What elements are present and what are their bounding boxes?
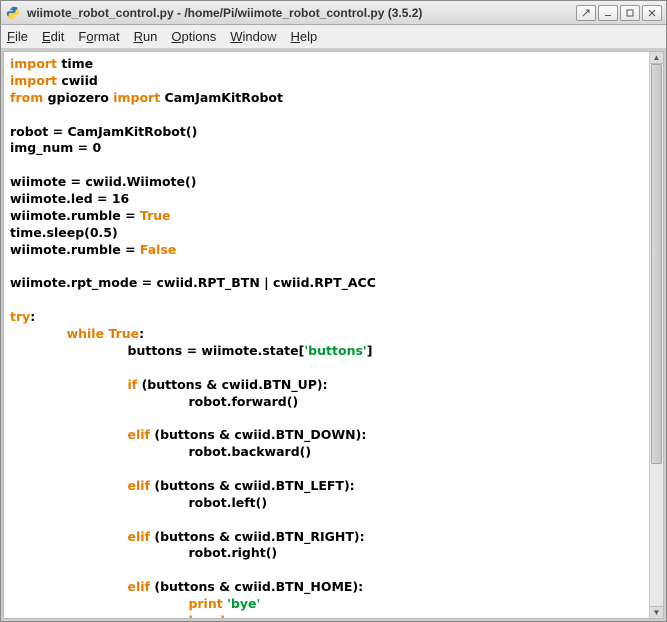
kw-import: import xyxy=(113,90,160,105)
app-window: wiimote_robot_control.py - /home/Pi/wiim… xyxy=(0,0,667,622)
scroll-down-arrow-icon[interactable]: ▼ xyxy=(650,606,663,618)
python-icon xyxy=(5,5,21,21)
menu-run[interactable]: Run xyxy=(134,29,158,44)
code-text: cwiid xyxy=(57,73,98,88)
kw-elif: elif xyxy=(128,529,151,544)
window-controls xyxy=(576,5,662,21)
window-title: wiimote_robot_control.py - /home/Pi/wiim… xyxy=(27,6,576,20)
menu-file[interactable]: File xyxy=(7,29,28,44)
code-text: (buttons & cwiid.BTN_LEFT): xyxy=(150,478,355,493)
maximize-button[interactable] xyxy=(620,5,640,21)
code-text: wiimote.rpt_mode = cwiid.RPT_BTN | cwiid… xyxy=(10,275,376,290)
minimize-button[interactable] xyxy=(576,5,596,21)
code-text: time xyxy=(57,56,93,71)
code-text: (buttons & cwiid.BTN_UP): xyxy=(137,377,327,392)
kw-if: if xyxy=(128,377,138,392)
code-editor[interactable]: import time import cwiid from gpiozero i… xyxy=(4,52,649,618)
kw-true: True xyxy=(108,326,139,341)
code-text: gpiozero xyxy=(43,90,113,105)
editor-area: import time import cwiid from gpiozero i… xyxy=(3,51,664,619)
code-text: buttons = wiimote.state[ xyxy=(128,343,305,358)
kw-false: False xyxy=(140,242,176,257)
scroll-up-arrow-icon[interactable]: ▲ xyxy=(650,52,663,64)
code-text: (buttons & cwiid.BTN_HOME): xyxy=(150,579,363,594)
kw-print: print xyxy=(188,596,222,611)
menubar: File Edit Format Run Options Window Help xyxy=(1,25,666,49)
menu-options[interactable]: Options xyxy=(171,29,216,44)
code-text: CamJamKitRobot xyxy=(160,90,283,105)
code-text: wiimote = cwiid.Wiimote() xyxy=(10,174,196,189)
kw-import: import xyxy=(10,73,57,88)
vertical-scrollbar[interactable]: ▲ ▼ xyxy=(649,52,663,618)
close-button[interactable] xyxy=(642,5,662,21)
menu-window[interactable]: Window xyxy=(230,29,276,44)
kw-from: from xyxy=(10,90,43,105)
code-text: (buttons & cwiid.BTN_DOWN): xyxy=(150,427,366,442)
kw-elif: elif xyxy=(128,427,151,442)
kw-try: try xyxy=(10,309,30,324)
code-text: img_num = 0 xyxy=(10,140,101,155)
code-text: (buttons & cwiid.BTN_RIGHT): xyxy=(150,529,365,544)
code-text: wiimote.rumble = xyxy=(10,242,140,257)
code-text: wiimote.led = 16 xyxy=(10,191,129,206)
kw-true: True xyxy=(140,208,171,223)
string-literal: 'buttons' xyxy=(304,343,366,358)
kw-elif: elif xyxy=(128,478,151,493)
code-text: wiimote.rumble = xyxy=(10,208,140,223)
code-text: robot = CamJamKitRobot() xyxy=(10,124,197,139)
code-text: time.sleep(0.5) xyxy=(10,225,118,240)
code-text: robot.left() xyxy=(188,495,267,510)
kw-import: import xyxy=(10,56,57,71)
string-literal: 'bye' xyxy=(223,596,261,611)
menu-edit[interactable]: Edit xyxy=(42,29,64,44)
titlebar[interactable]: wiimote_robot_control.py - /home/Pi/wiim… xyxy=(1,1,666,25)
code-text: robot.right() xyxy=(188,545,277,560)
kw-break: break xyxy=(188,613,228,618)
code-text: ] xyxy=(367,343,373,358)
menu-help[interactable]: Help xyxy=(291,29,318,44)
hide-button[interactable] xyxy=(598,5,618,21)
menu-format[interactable]: Format xyxy=(78,29,119,44)
kw-while: while xyxy=(67,326,105,341)
scroll-thumb[interactable] xyxy=(651,64,662,464)
code-text: robot.forward() xyxy=(188,394,298,409)
code-text: robot.backward() xyxy=(188,444,311,459)
kw-elif: elif xyxy=(128,579,151,594)
